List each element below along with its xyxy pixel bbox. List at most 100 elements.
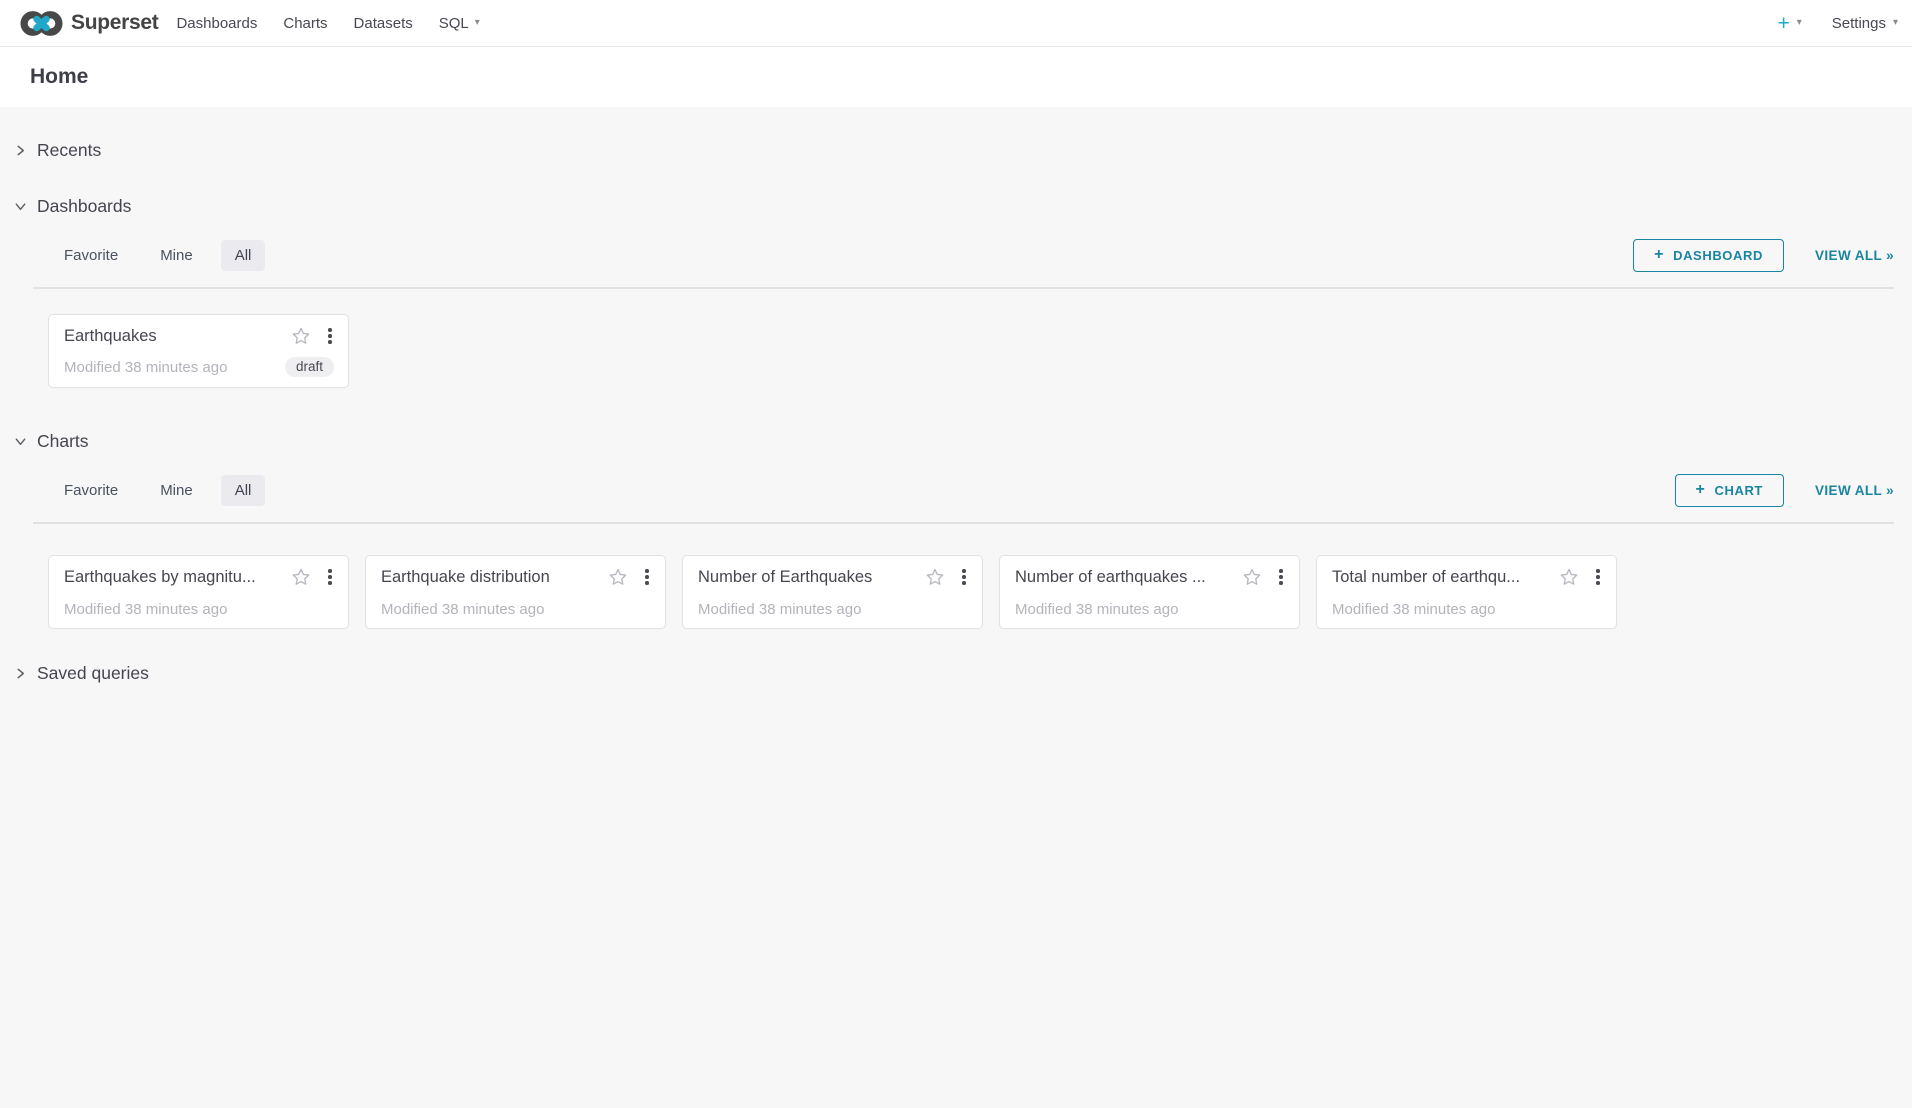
- chevron-down-icon: [14, 200, 27, 213]
- saved-queries-section-toggle[interactable]: Saved queries: [0, 656, 1912, 690]
- nav-item-charts[interactable]: Charts: [270, 0, 340, 46]
- charts-tabs: Favorite Mine All: [33, 475, 279, 506]
- card-actions: [608, 567, 651, 587]
- superset-logo[interactable]: Superset: [20, 9, 158, 38]
- chart-card[interactable]: Earthquake distribution Modified 38 minu…: [365, 555, 666, 629]
- new-chart-button[interactable]: + CHART: [1675, 474, 1784, 507]
- card-header: Earthquakes: [64, 326, 334, 346]
- dashboards-section-toggle[interactable]: Dashboards: [0, 189, 1912, 223]
- charts-section-toggle[interactable]: Charts: [0, 424, 1912, 458]
- card-modified-text: Modified 38 minutes ago: [698, 601, 861, 618]
- chevron-down-icon: [14, 435, 27, 448]
- new-chart-button-label: CHART: [1714, 483, 1763, 498]
- page-title-bar: Home: [0, 47, 1912, 107]
- card-footer: Modified 38 minutes ago: [381, 601, 651, 618]
- dashboard-card-earthquakes[interactable]: Earthquakes Modified 38 minutes ago draf…: [48, 314, 349, 388]
- charts-tab-all[interactable]: All: [221, 475, 266, 506]
- caret-down-icon: ▾: [1893, 18, 1898, 28]
- card-modified-text: Modified 38 minutes ago: [1332, 601, 1495, 618]
- charts-section-label: Charts: [37, 431, 89, 452]
- nav-item-sql[interactable]: SQL ▾: [426, 0, 493, 46]
- saved-queries-section-label: Saved queries: [37, 663, 149, 684]
- charts-submenu-actions: + CHART VIEW ALL »: [1675, 474, 1894, 507]
- settings-label: Settings: [1832, 15, 1886, 32]
- card-actions: [925, 567, 968, 587]
- card-menu-kebab-icon[interactable]: [326, 327, 334, 345]
- chart-card-title[interactable]: Earthquakes by magnitu...: [64, 568, 256, 587]
- dashboards-tab-mine[interactable]: Mine: [146, 240, 207, 271]
- superset-infinity-icon: [20, 9, 63, 38]
- charts-card-list: Earthquakes by magnitu... Modified 38 mi…: [0, 555, 1912, 629]
- card-header: Number of earthquakes ...: [1015, 567, 1285, 587]
- favorite-star-icon[interactable]: [925, 567, 945, 587]
- card-actions: [291, 567, 334, 587]
- nav-item-datasets[interactable]: Datasets: [341, 0, 426, 46]
- dashboards-tabs: Favorite Mine All: [33, 240, 279, 271]
- brand-name: Superset: [71, 11, 158, 35]
- card-actions: [1242, 567, 1285, 587]
- plus-icon: +: [1696, 482, 1706, 498]
- chart-card[interactable]: Number of earthquakes ... Modified 38 mi…: [999, 555, 1300, 629]
- favorite-star-icon[interactable]: [608, 567, 628, 587]
- charts-submenu: Favorite Mine All + CHART VIEW ALL »: [33, 458, 1894, 524]
- card-modified-text: Modified 38 minutes ago: [64, 601, 227, 618]
- nav-item-sql-label: SQL: [439, 15, 469, 32]
- card-modified-text: Modified 38 minutes ago: [381, 601, 544, 618]
- card-actions: [1559, 567, 1602, 587]
- charts-tab-mine[interactable]: Mine: [146, 475, 207, 506]
- card-footer: Modified 38 minutes ago: [1332, 601, 1602, 618]
- favorite-star-icon[interactable]: [291, 567, 311, 587]
- card-menu-kebab-icon[interactable]: [326, 568, 334, 586]
- dashboards-tab-all[interactable]: All: [221, 240, 266, 271]
- chevron-right-icon: [14, 667, 27, 680]
- card-footer: Modified 38 minutes ago draft: [64, 357, 334, 377]
- recents-section-toggle[interactable]: Recents: [0, 133, 1912, 167]
- draft-status-badge: draft: [285, 357, 334, 377]
- dashboards-view-all-link[interactable]: VIEW ALL »: [1815, 248, 1894, 263]
- chart-card-title[interactable]: Total number of earthqu...: [1332, 568, 1520, 587]
- card-menu-kebab-icon[interactable]: [1277, 568, 1285, 586]
- card-menu-kebab-icon[interactable]: [960, 568, 968, 586]
- chart-card[interactable]: Total number of earthqu... Modified 38 m…: [1316, 555, 1617, 629]
- top-navbar: Superset Dashboards Charts Datasets SQL …: [0, 0, 1912, 47]
- plus-icon: +: [1654, 247, 1664, 263]
- charts-tab-favorite[interactable]: Favorite: [50, 475, 132, 506]
- card-menu-kebab-icon[interactable]: [1594, 568, 1602, 586]
- card-footer: Modified 38 minutes ago: [698, 601, 968, 618]
- card-footer: Modified 38 minutes ago: [1015, 601, 1285, 618]
- card-modified-text: Modified 38 minutes ago: [1015, 601, 1178, 618]
- card-modified-text: Modified 38 minutes ago: [64, 359, 227, 376]
- chart-card-title[interactable]: Number of earthquakes ...: [1015, 568, 1206, 587]
- plus-icon: +: [1777, 13, 1789, 34]
- caret-down-icon: ▾: [475, 18, 480, 28]
- favorite-star-icon[interactable]: [1242, 567, 1262, 587]
- card-header: Total number of earthqu...: [1332, 567, 1602, 587]
- card-header: Earthquakes by magnitu...: [64, 567, 334, 587]
- chart-card-title[interactable]: Number of Earthquakes: [698, 568, 872, 587]
- favorite-star-icon[interactable]: [1559, 567, 1579, 587]
- caret-down-icon: ▾: [1797, 18, 1802, 28]
- card-footer: Modified 38 minutes ago: [64, 601, 334, 618]
- dashboards-submenu-actions: + DASHBOARD VIEW ALL »: [1633, 239, 1894, 272]
- navbar-right: + ▾ Settings ▾: [1777, 13, 1898, 34]
- card-header: Earthquake distribution: [381, 567, 651, 587]
- charts-view-all-link[interactable]: VIEW ALL »: [1815, 483, 1894, 498]
- card-menu-kebab-icon[interactable]: [643, 568, 651, 586]
- dashboards-tab-favorite[interactable]: Favorite: [50, 240, 132, 271]
- page-title: Home: [30, 65, 88, 89]
- nav-item-dashboards[interactable]: Dashboards: [163, 0, 270, 46]
- recents-section-label: Recents: [37, 140, 101, 161]
- new-dashboard-button-label: DASHBOARD: [1673, 248, 1763, 263]
- chart-card[interactable]: Number of Earthquakes Modified 38 minute…: [682, 555, 983, 629]
- chart-card[interactable]: Earthquakes by magnitu... Modified 38 mi…: [48, 555, 349, 629]
- home-content: Recents Dashboards Favorite Mine All + D…: [0, 107, 1912, 690]
- chart-card-title[interactable]: Earthquake distribution: [381, 568, 550, 587]
- main-nav: Dashboards Charts Datasets SQL ▾: [163, 0, 492, 46]
- dashboard-card-title[interactable]: Earthquakes: [64, 327, 157, 346]
- new-dashboard-button[interactable]: + DASHBOARD: [1633, 239, 1784, 272]
- dashboards-card-list: Earthquakes Modified 38 minutes ago draf…: [0, 314, 1912, 388]
- dashboards-section-label: Dashboards: [37, 196, 131, 217]
- favorite-star-icon[interactable]: [291, 326, 311, 346]
- settings-menu-button[interactable]: Settings ▾: [1832, 15, 1898, 32]
- new-item-menu-button[interactable]: + ▾: [1777, 13, 1801, 34]
